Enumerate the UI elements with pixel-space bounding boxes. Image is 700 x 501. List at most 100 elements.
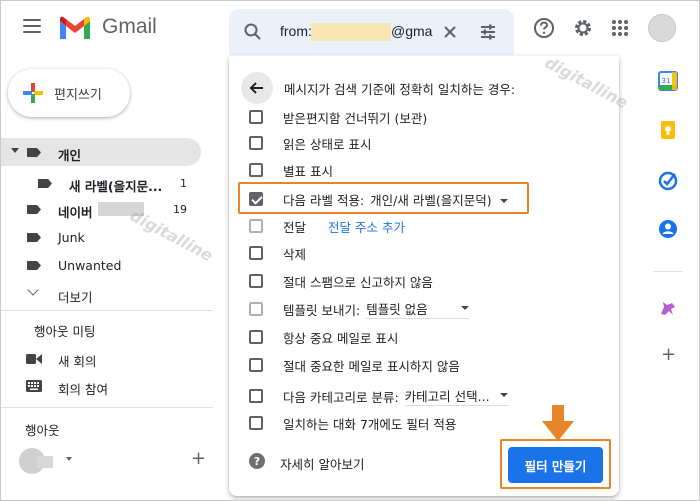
label-icon: [27, 205, 41, 214]
never-spam-option[interactable]: 절대 스팸으로 신고하지 않음: [249, 270, 433, 292]
get-addons-plus-icon[interactable]: +: [661, 344, 676, 365]
skip-inbox-option[interactable]: 받은편지함 건너뛰기 (보관): [249, 106, 427, 128]
new-meeting-label: 새 회의: [58, 354, 97, 369]
never-important-option[interactable]: 절대 중요한 메일로 표시하지 않음: [249, 354, 460, 376]
compose-label: 편지쓰기: [54, 87, 102, 103]
sidebar-item-more[interactable]: 더보기: [1, 280, 201, 308]
close-icon[interactable]: [440, 22, 460, 42]
sidebar-item-label: 더보기: [58, 290, 93, 305]
apply-to-matching-option[interactable]: 일치하는 대화 7개에도 필터 적용: [249, 412, 456, 434]
label-select-value: 개인/새 라벨(을지문덕): [370, 192, 492, 208]
chevron-down-icon[interactable]: [66, 457, 72, 461]
hangouts-avatar[interactable]: [19, 448, 53, 474]
unread-count: 1: [180, 177, 187, 190]
option-label: 받은편지함 건너뛰기 (보관): [283, 110, 428, 126]
option-label: 다음 카테고리로 분류:: [283, 389, 399, 405]
always-important-option[interactable]: 항상 중요 메일로 표시: [249, 326, 398, 348]
contacts-icon[interactable]: [658, 219, 678, 239]
category-select-value: 카테고리 선택...: [404, 389, 490, 404]
mark-read-option[interactable]: 읽은 상태로 표시: [249, 132, 371, 154]
compose-button[interactable]: 편지쓰기: [8, 69, 130, 117]
keyboard-icon: [26, 380, 42, 392]
search-icon[interactable]: [243, 22, 263, 42]
main-menu-icon[interactable]: [23, 19, 41, 33]
send-template-checkbox[interactable]: [249, 302, 263, 316]
search-query-prefix[interactable]: from:: [280, 23, 312, 39]
keep-icon[interactable]: [658, 120, 678, 140]
option-label: 삭제: [283, 246, 307, 262]
add-contact-plus-icon[interactable]: +: [191, 448, 206, 469]
star-checkbox[interactable]: [249, 163, 263, 177]
categorize-option[interactable]: 다음 카테고리로 분류: 카테고리 선택...: [249, 385, 508, 407]
video-camera-icon: [26, 354, 42, 364]
join-meeting-label: 회의 참여: [58, 382, 108, 397]
create-filter-button[interactable]: 필터 만들기: [508, 447, 603, 483]
calendar-icon[interactable]: 31: [658, 71, 678, 91]
dropdown-caret-icon: [461, 306, 470, 310]
search-bar[interactable]: from: @gma: [229, 9, 514, 55]
dropdown-caret-icon: [499, 393, 508, 397]
label-select[interactable]: 개인/새 라벨(을지문덕): [370, 190, 508, 209]
categorize-checkbox[interactable]: [249, 389, 263, 403]
apps-grid-icon[interactable]: [609, 17, 631, 39]
divider: [653, 271, 683, 272]
send-template-option[interactable]: 템플릿 보내기: 템플릿 없음: [249, 298, 470, 320]
new-meeting-item[interactable]: 새 회의: [1, 344, 201, 372]
apply-to-matching-checkbox[interactable]: [249, 416, 263, 430]
back-button[interactable]: [241, 72, 273, 104]
sidebar-item-naver[interactable]: 네이버 19: [1, 195, 201, 223]
unicorn-addon-icon[interactable]: [658, 298, 678, 318]
sidebar-item-label: 새 라벨(을지문...: [69, 179, 163, 194]
sidebar-item-label: 네이버: [58, 205, 93, 220]
sidebar-item-personal[interactable]: 개인: [1, 138, 201, 166]
sidebar-item-new-label[interactable]: 새 라벨(을지문... 1: [1, 169, 201, 197]
divider: [1, 310, 213, 311]
delete-option[interactable]: 삭제: [249, 242, 306, 264]
forward-checkbox[interactable]: [249, 219, 263, 233]
sidebar-item-unwanted[interactable]: Unwanted: [1, 251, 201, 279]
apply-label-option[interactable]: 다음 라벨 적용: 개인/새 라벨(을지문덕): [249, 188, 508, 210]
back-arrow-icon: [249, 82, 263, 94]
option-label: 절대 중요한 메일로 표시하지 않음: [283, 358, 460, 374]
join-meeting-item[interactable]: 회의 참여: [1, 372, 201, 400]
option-label: 별표 표시: [283, 163, 333, 179]
label-icon: [27, 233, 41, 242]
filter-header: 메시지가 검색 기준에 정확히 일치하는 경우:: [284, 82, 516, 97]
learn-more-link[interactable]: 자세히 알아보기: [280, 454, 364, 473]
calendar-day: 31: [662, 77, 671, 85]
gear-icon[interactable]: [572, 17, 594, 39]
skip-inbox-checkbox[interactable]: [249, 110, 263, 124]
label-icon: [38, 179, 52, 188]
gmail-window: Gmail from: @gma 편지쓰기 개인 새 라벨(을지문... 1 네…: [0, 0, 700, 501]
tasks-icon[interactable]: [658, 171, 678, 191]
sidebar-item-label: Junk: [58, 230, 85, 245]
always-important-checkbox[interactable]: [249, 330, 263, 344]
never-spam-checkbox[interactable]: [249, 274, 263, 288]
meet-section-title: 행아웃 미팅: [34, 324, 96, 339]
forward-option[interactable]: 전달 전달 주소 추가: [249, 215, 405, 237]
redacted-email: [311, 23, 391, 41]
divider: [1, 407, 213, 408]
unread-count: 19: [173, 203, 187, 216]
expand-caret-icon[interactable]: [11, 148, 19, 153]
apply-label-checkbox[interactable]: [249, 192, 263, 206]
sidebar-item-label: Unwanted: [58, 258, 122, 273]
search-options-icon[interactable]: [478, 22, 498, 42]
help-icon[interactable]: [533, 17, 555, 39]
gmail-logo-icon[interactable]: [58, 15, 92, 41]
account-avatar[interactable]: [648, 14, 676, 42]
app-name: Gmail: [102, 15, 157, 38]
help-icon[interactable]: ?: [249, 453, 265, 469]
dropdown-caret-icon: [499, 199, 508, 203]
never-important-checkbox[interactable]: [249, 358, 263, 372]
mark-read-checkbox[interactable]: [249, 136, 263, 150]
star-option[interactable]: 별표 표시: [249, 159, 333, 181]
delete-checkbox[interactable]: [249, 246, 263, 260]
option-label: 읽은 상태로 표시: [283, 136, 372, 152]
label-icon: [27, 261, 41, 270]
template-select[interactable]: 템플릿 없음: [366, 299, 470, 319]
add-forwarding-address-link[interactable]: 전달 주소 추가: [328, 217, 405, 236]
search-query-suffix[interactable]: @gma: [391, 23, 432, 39]
category-select[interactable]: 카테고리 선택...: [404, 386, 508, 406]
option-label: 전달: [283, 219, 307, 235]
